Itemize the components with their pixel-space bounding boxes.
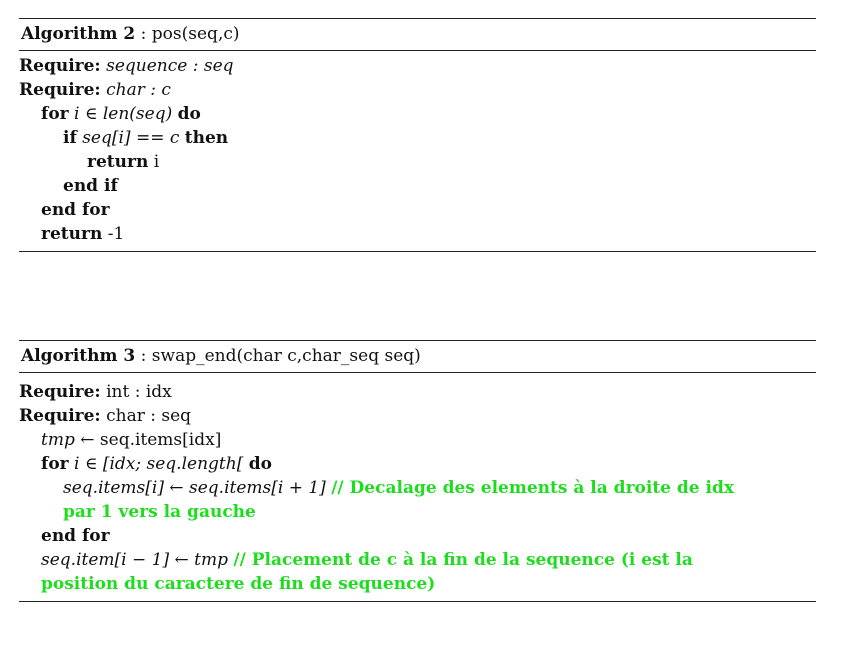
algorithm-2-sep: : (140, 24, 147, 44)
algo2-line-5: return i (87, 151, 845, 173)
algorithm-3-body: Require: int : idx Require: char : seq t… (19, 373, 816, 635)
arrow-symbol: ← (80, 430, 95, 450)
algo2-line-1: Require: sequence : seq (19, 55, 816, 77)
comment-text: // Decalage des elements à la droite de … (331, 478, 735, 498)
keyword: do (177, 104, 201, 124)
algo3-line-9: position du caractere de fin de sequence… (41, 573, 838, 595)
code-text: seq[i] == c (82, 128, 180, 148)
code-text: char : c (106, 80, 171, 100)
code-text: -1 (107, 224, 125, 244)
algorithm-3-signature: swap_end(char c,char_seq seq) (151, 346, 421, 366)
algorithm-2-signature: pos(seq,c) (151, 24, 240, 44)
code-text: seq.items[i] ← seq.items[i + 1] (63, 478, 326, 498)
comment-text: position du caractere de fin de sequence… (41, 574, 436, 594)
keyword: return (87, 152, 149, 172)
algorithm-3-label: Algorithm 3 (21, 346, 136, 366)
code-text: i ∈ [idx; seq.length[ (74, 454, 244, 474)
algo3-line-6: par 1 vers la gauche (63, 501, 845, 523)
algorithm-3-sep: : (140, 346, 147, 366)
code-text: int : idx (106, 382, 172, 402)
keyword: end for (41, 526, 110, 546)
code-text: i ∈ len(seq) (74, 104, 173, 124)
keyword: Require: (19, 406, 101, 426)
code-text: char : seq (106, 406, 192, 426)
algo3-line-8: seq.item[i − 1] ← tmp // Placement de c … (41, 549, 816, 571)
keyword: return (41, 224, 103, 244)
code-text: seq.item[i − 1] ← tmp (41, 550, 228, 570)
keyword: if (63, 128, 77, 148)
keyword: then (184, 128, 229, 148)
algo3-line-3: tmp ← seq.items[idx] (41, 429, 838, 451)
algo2-line-6: end if (63, 175, 845, 197)
keyword: do (248, 454, 272, 474)
code-text: seq.items[idx] (99, 430, 222, 450)
algorithm-2-caption: Algorithm 2 : pos(seq,c) (19, 19, 816, 50)
algorithm-3-caption: Algorithm 3 : swap_end(char c,char_seq s… (19, 341, 816, 372)
algo3-line-2: Require: char : seq (19, 405, 816, 427)
keyword: Require: (19, 382, 101, 402)
code-text: sequence : seq (106, 56, 234, 76)
comment-text: // Placement de c à la fin de la sequenc… (233, 550, 693, 570)
algorithm-2-block: Algorithm 2 : pos(seq,c) Require: sequen… (19, 18, 816, 252)
algo3-line-4: for i ∈ [idx; seq.length[ do (41, 453, 838, 475)
keyword: end for (41, 200, 110, 220)
algorithm-2-label: Algorithm 2 (21, 24, 136, 44)
algorithm-3-block: Algorithm 3 : swap_end(char c,char_seq s… (19, 340, 816, 602)
algorithm-2-body: Require: sequence : seq Require: char : … (19, 51, 816, 287)
algo2-line-4: if seq[i] == c then (63, 127, 845, 149)
algo3-line-1: Require: int : idx (19, 381, 816, 403)
algo3-line-7: end for (41, 525, 838, 547)
keyword: Require: (19, 56, 101, 76)
algo2-line-8: return -1 (41, 223, 838, 245)
keyword: Require: (19, 80, 101, 100)
algo2-line-2: Require: char : c (19, 79, 816, 101)
algo2-line-7: end for (41, 199, 838, 221)
code-variable: tmp (41, 430, 75, 450)
keyword: for (41, 454, 69, 474)
comment-text: par 1 vers la gauche (63, 502, 256, 522)
code-text: i (153, 152, 160, 172)
algo3-line-5: seq.items[i] ← seq.items[i + 1] // Decal… (63, 477, 816, 499)
algo2-line-3: for i ∈ len(seq) do (41, 103, 838, 125)
keyword: end if (63, 176, 118, 196)
keyword: for (41, 104, 69, 124)
